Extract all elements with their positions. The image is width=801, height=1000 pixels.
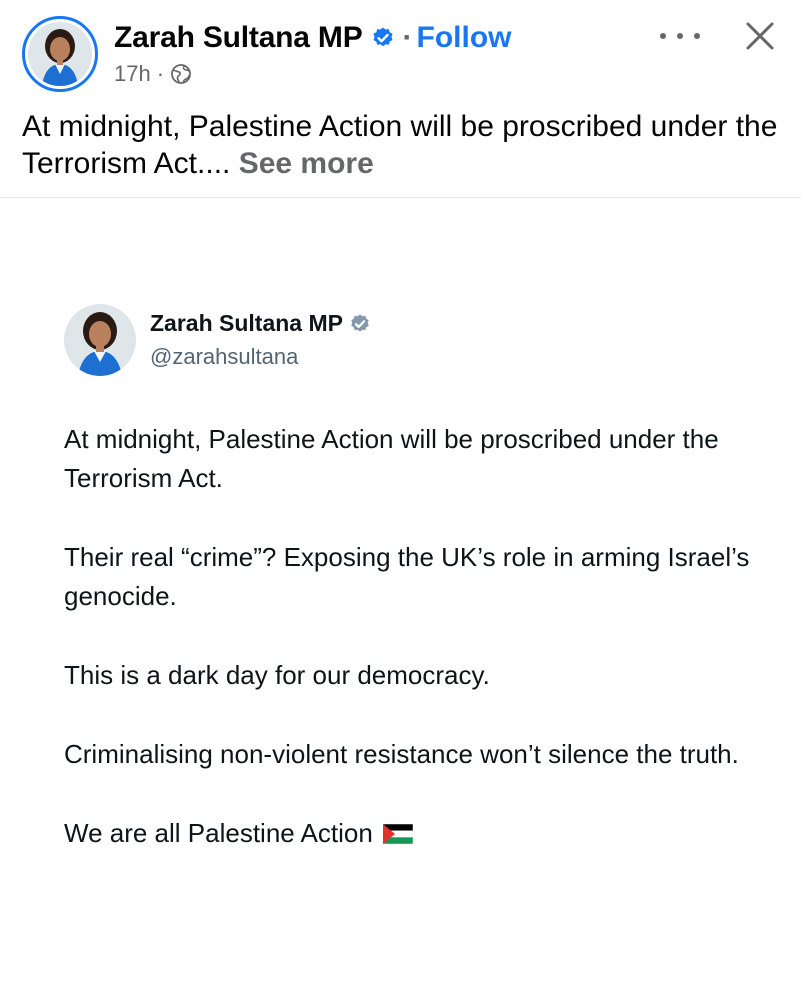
tweet-handle: @zarahsultana xyxy=(150,344,299,369)
palestine-flag-icon xyxy=(382,816,414,845)
post-timestamp[interactable]: 17h xyxy=(114,61,151,87)
more-dot xyxy=(694,33,700,39)
verified-badge-icon xyxy=(371,26,395,50)
more-icon[interactable] xyxy=(660,24,700,48)
meta-separator: · xyxy=(156,61,165,86)
more-dot xyxy=(660,33,666,39)
tweet-screenshot[interactable]: Zarah Sultana MP @zarahsultana At midnig… xyxy=(0,198,801,1000)
see-more-button[interactable]: See more xyxy=(239,147,374,180)
tweet-avatar xyxy=(64,304,136,376)
tweet-last-paragraph: We are all Palestine Action xyxy=(64,814,764,853)
globe-icon[interactable] xyxy=(170,63,192,85)
more-dot xyxy=(677,33,683,39)
tweet-paragraph: We are all Palestine Action xyxy=(64,818,373,848)
tweet-paragraph: At midnight, Palestine Action will be pr… xyxy=(64,424,719,493)
follow-separator: · xyxy=(402,21,413,54)
tweet-author-name: Zarah Sultana MP xyxy=(150,310,343,336)
post-caption: At midnight, Palestine Action will be pr… xyxy=(22,108,792,182)
tweet-body: At midnight, Palestine Action will be pr… xyxy=(64,420,764,893)
follow-button[interactable]: Follow xyxy=(417,21,512,55)
post-header: Zarah Sultana MP · Follow 17h · xyxy=(0,0,801,98)
verified-badge-icon xyxy=(349,313,371,335)
author-name[interactable]: Zarah Sultana MP xyxy=(114,21,363,55)
author-row: Zarah Sultana MP · Follow xyxy=(114,18,512,58)
tweet-author-row: Zarah Sultana MP xyxy=(150,310,371,337)
close-icon[interactable] xyxy=(744,20,776,52)
caption-text: At midnight, Palestine Action will be pr… xyxy=(22,110,778,180)
tweet-paragraph: Their real “crime”? Exposing the UK’s ro… xyxy=(64,542,750,611)
avatar-image xyxy=(28,22,92,86)
tweet-paragraph: Criminalising non-violent resistance won… xyxy=(64,739,739,769)
tweet-paragraph: This is a dark day for our democracy. xyxy=(64,660,490,690)
post-meta: 17h · xyxy=(114,60,192,88)
author-avatar[interactable] xyxy=(22,16,98,92)
